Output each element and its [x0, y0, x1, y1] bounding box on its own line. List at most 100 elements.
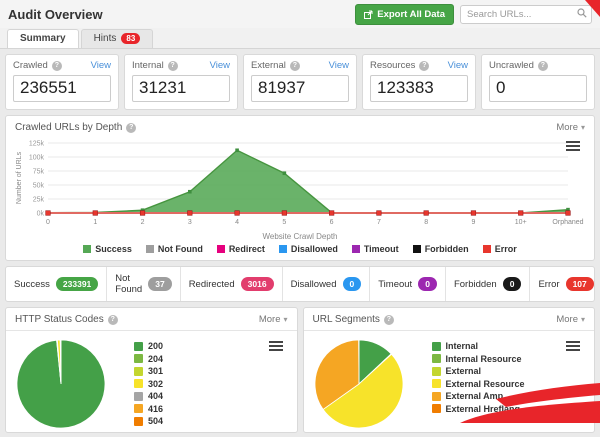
export-button-label: Export All Data — [377, 9, 445, 20]
panel-title: URL Segments — [313, 314, 380, 325]
help-icon[interactable]: ? — [384, 315, 394, 325]
status-label: Disallowed — [291, 279, 337, 290]
stat-card-external: External ? View 81937 — [243, 54, 357, 110]
help-icon[interactable]: ? — [290, 61, 300, 71]
search-input[interactable] — [460, 5, 592, 24]
status-count-badge: 3016 — [241, 277, 274, 291]
stat-value: 81937 — [251, 75, 349, 102]
tab-bar: Summary Hints 83 — [0, 28, 600, 49]
legend-swatch — [432, 392, 441, 401]
status-label: Forbidden — [454, 279, 497, 290]
legend-swatch — [352, 245, 360, 253]
status-cell-disallowed[interactable]: Disallowed 0 — [283, 267, 371, 301]
stat-label: Crawled — [13, 60, 48, 71]
svg-text:50k: 50k — [33, 183, 45, 190]
help-icon[interactable]: ? — [108, 315, 118, 325]
legend-item-204[interactable]: 204 — [134, 354, 163, 364]
legend-swatch — [432, 379, 441, 388]
chevron-down-icon: ▾ — [581, 315, 585, 324]
export-icon — [364, 10, 373, 19]
legend-swatch — [432, 342, 441, 351]
svg-text:6: 6 — [330, 219, 334, 226]
legend-item-416[interactable]: 416 — [134, 404, 163, 414]
red-marker-top-right — [585, 0, 600, 17]
panel-title: HTTP Status Codes — [15, 314, 104, 325]
stat-value: 31231 — [132, 75, 230, 102]
view-link[interactable]: View — [329, 60, 349, 71]
page-title: Audit Overview — [8, 7, 103, 22]
status-cell-not-found[interactable]: Not Found 37 — [107, 267, 180, 301]
svg-text:8: 8 — [424, 219, 428, 226]
stat-label: Internal — [132, 60, 164, 71]
legend-item-301[interactable]: 301 — [134, 366, 163, 376]
stat-card-resources: Resources ? View 123383 — [362, 54, 476, 110]
help-icon[interactable]: ? — [168, 61, 178, 71]
chart-menu-icon[interactable] — [566, 339, 580, 353]
export-all-data-button[interactable]: Export All Data — [355, 4, 454, 25]
chart-menu-icon[interactable] — [269, 339, 283, 353]
status-label: Not Found — [115, 273, 142, 295]
help-icon[interactable]: ? — [538, 61, 548, 71]
stat-label: External — [251, 60, 286, 71]
legend-item-timeout[interactable]: Timeout — [352, 244, 399, 254]
legend-swatch — [134, 379, 143, 388]
view-link[interactable]: View — [91, 60, 111, 71]
status-cell-forbidden[interactable]: Forbidden 0 — [446, 267, 531, 301]
depth-area-chart: 0k25k50k75k100k125k012345678910+Orphaned… — [12, 137, 598, 229]
legend-item-internal[interactable]: Internal — [432, 341, 525, 351]
http-status-legend: 200 204 301 302 404 416 504 — [134, 341, 163, 431]
status-cell-redirected[interactable]: Redirected 3016 — [181, 267, 283, 301]
legend-swatch — [483, 245, 491, 253]
more-menu[interactable]: More▾ — [556, 314, 585, 325]
legend-item-200[interactable]: 200 — [134, 341, 163, 351]
status-count-badge: 0 — [343, 277, 362, 291]
svg-text:5: 5 — [282, 219, 286, 226]
svg-text:75k: 75k — [33, 169, 45, 176]
status-label: Error — [538, 279, 559, 290]
depth-chart-legend: Success Not Found Redirect Disallowed Timeou… — [12, 241, 588, 260]
chart-menu-icon[interactable] — [566, 139, 580, 153]
view-link[interactable]: View — [448, 60, 468, 71]
status-count-badge: 0 — [503, 277, 522, 291]
chevron-down-icon: ▾ — [581, 123, 585, 132]
status-cell-success[interactable]: Success233391 — [6, 267, 107, 301]
legend-item-success[interactable]: Success — [83, 244, 132, 254]
status-cell-timeout[interactable]: Timeout0 — [370, 267, 446, 301]
legend-item-redirect[interactable]: Redirect — [217, 244, 265, 254]
help-icon[interactable]: ? — [419, 61, 429, 71]
legend-item-forbidden[interactable]: Forbidden — [413, 244, 469, 254]
help-icon[interactable]: ? — [52, 61, 62, 71]
legend-item-error[interactable]: Error — [483, 244, 517, 254]
stat-card-crawled: Crawled ? View 236551 — [5, 54, 119, 110]
legend-item-external[interactable]: External — [432, 366, 525, 376]
view-link[interactable]: View — [210, 60, 230, 71]
status-cell-error[interactable]: Error107 — [530, 267, 600, 301]
legend-item-not-found[interactable]: Not Found — [146, 244, 203, 254]
more-menu[interactable]: More▾ — [556, 122, 585, 133]
legend-swatch — [134, 354, 143, 363]
legend-swatch — [217, 245, 225, 253]
stat-label: Uncrawled — [489, 60, 534, 71]
status-label: Success — [14, 279, 50, 290]
http-status-codes-panel: HTTP Status Codes ? More▾ 200 204 301 302 40… — [5, 307, 298, 433]
tab-summary-label: Summary — [20, 33, 66, 44]
tab-summary[interactable]: Summary — [7, 29, 79, 48]
legend-item-504[interactable]: 504 — [134, 416, 163, 426]
legend-item-internal-resource[interactable]: Internal Resource — [432, 354, 525, 364]
legend-item-disallowed[interactable]: Disallowed — [279, 244, 338, 254]
svg-text:4: 4 — [235, 219, 239, 226]
legend-swatch — [134, 367, 143, 376]
legend-item-404[interactable]: 404 — [134, 391, 163, 401]
legend-item-302[interactable]: 302 — [134, 379, 163, 389]
stat-value: 236551 — [13, 75, 111, 102]
legend-swatch — [134, 392, 143, 401]
status-count-badge: 37 — [148, 277, 171, 291]
legend-swatch — [432, 367, 441, 376]
tab-hints[interactable]: Hints 83 — [81, 29, 154, 48]
legend-swatch — [432, 404, 441, 413]
help-icon[interactable]: ? — [126, 123, 136, 133]
svg-text:10+: 10+ — [515, 219, 527, 226]
more-menu[interactable]: More▾ — [259, 314, 288, 325]
status-label: Redirected — [189, 279, 235, 290]
svg-text:25k: 25k — [33, 197, 45, 204]
